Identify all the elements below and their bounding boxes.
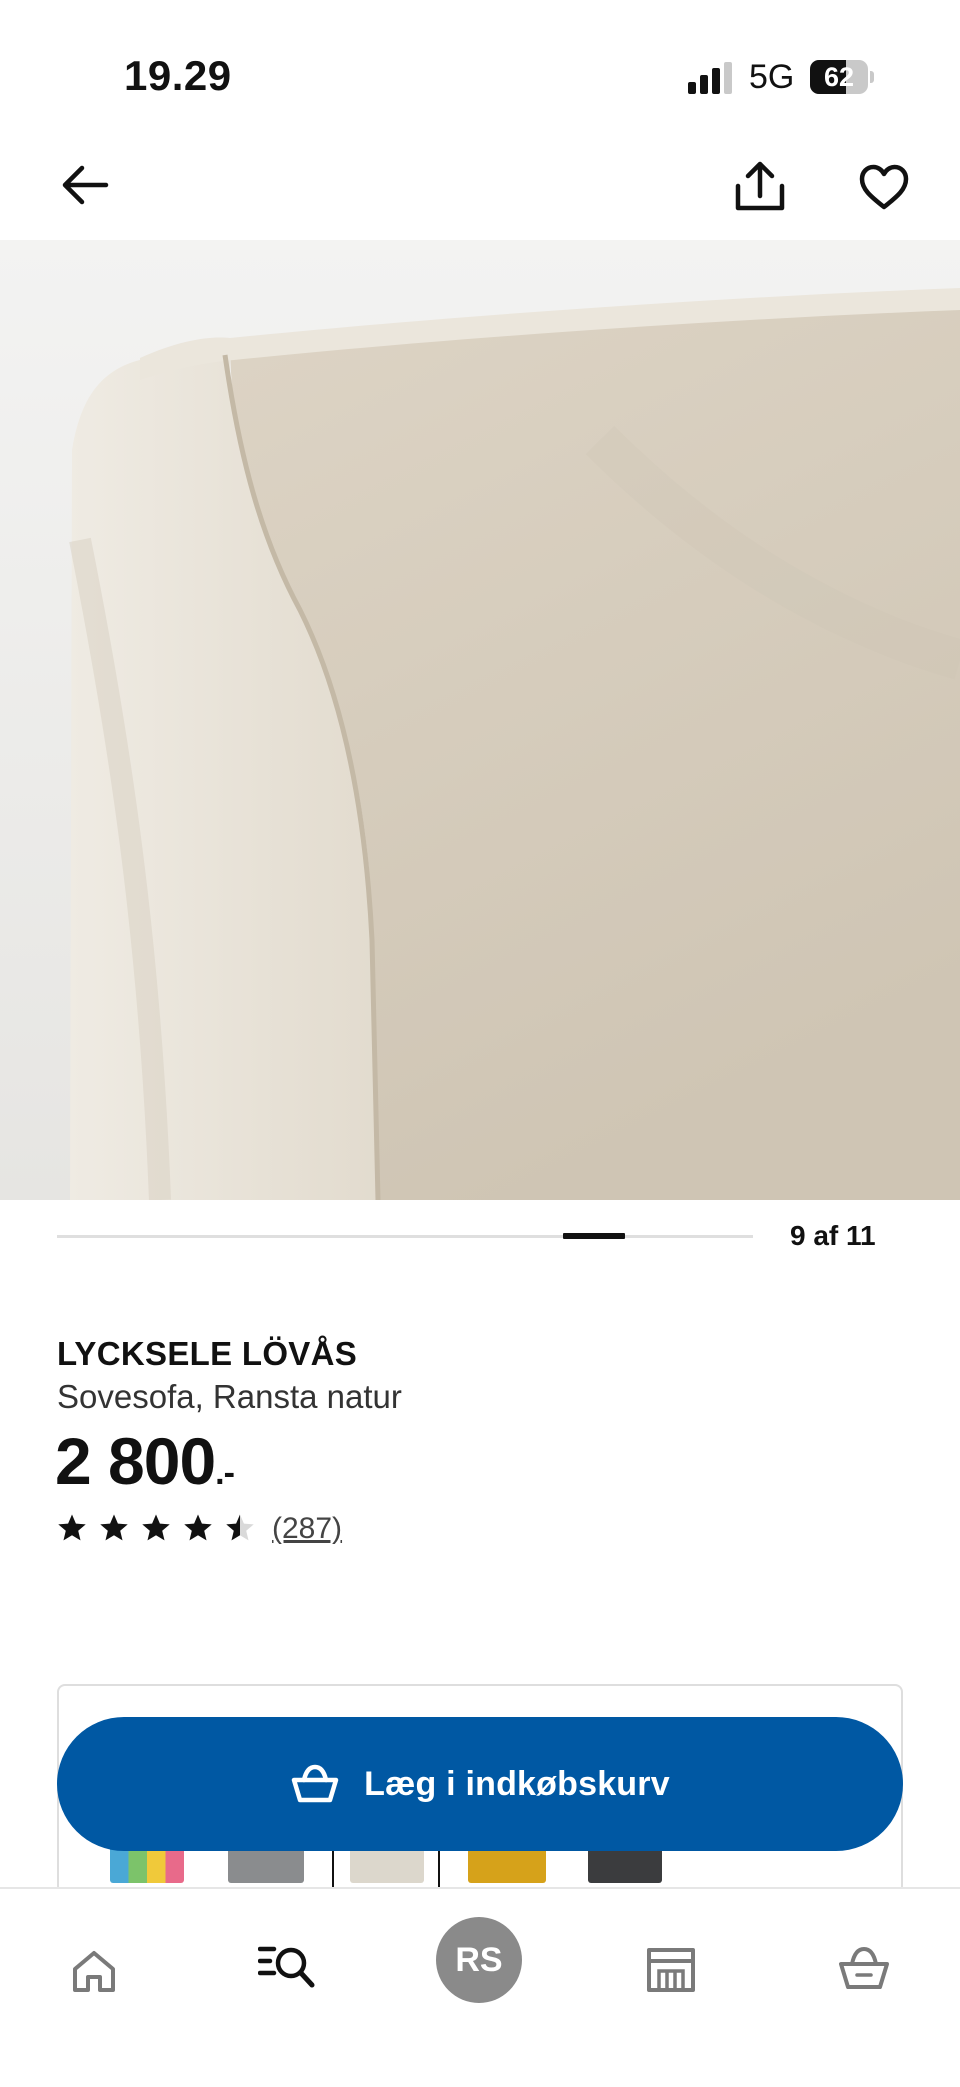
review-count-link[interactable]: (287) — [272, 1512, 342, 1546]
carousel-position-indicator — [563, 1233, 625, 1239]
image-counter: 9 af 11 — [790, 1220, 876, 1251]
search-list-icon[interactable] — [258, 1941, 316, 1991]
image-carousel-progress — [57, 1233, 753, 1239]
product-price: 2 800.- — [55, 1423, 235, 1499]
product-description: Sovesofa, Ransta natur — [57, 1378, 402, 1415]
basket-icon — [291, 1764, 339, 1803]
price-value: 2 800 — [55, 1424, 216, 1498]
status-bar: 19.29 5G 62 — [0, 0, 960, 150]
add-to-cart-button[interactable]: Læg i indkøbskurv — [57, 1717, 903, 1851]
rating-star — [184, 1514, 212, 1541]
home-icon[interactable] — [70, 1947, 118, 1995]
basket-tab-icon[interactable] — [838, 1944, 890, 1992]
bottom-tab-bar: RS — [0, 1887, 960, 2087]
share-icon[interactable] — [730, 160, 790, 214]
back-arrow-icon[interactable] — [60, 160, 110, 210]
rating-star — [100, 1514, 128, 1541]
heart-icon[interactable] — [858, 162, 910, 212]
cell-signal-icon — [688, 62, 732, 94]
battery-indicator: 62 — [810, 60, 874, 94]
battery-percent: 62 — [823, 62, 855, 92]
rating-star — [58, 1514, 86, 1541]
profile-avatar[interactable]: RS — [436, 1917, 522, 2003]
price-suffix: .- — [215, 1454, 235, 1492]
rating-star — [226, 1514, 254, 1541]
rating-stars[interactable] — [57, 1513, 255, 1549]
product-image[interactable] — [0, 240, 960, 1200]
network-type: 5G — [749, 58, 795, 96]
add-to-cart-label: Læg i indkøbskurv — [364, 1764, 670, 1803]
status-time: 19.29 — [124, 52, 232, 99]
rating-star — [142, 1514, 170, 1541]
product-name[interactable]: LYCKSELE LÖVÅS — [57, 1335, 357, 1373]
store-icon[interactable] — [646, 1947, 696, 1993]
